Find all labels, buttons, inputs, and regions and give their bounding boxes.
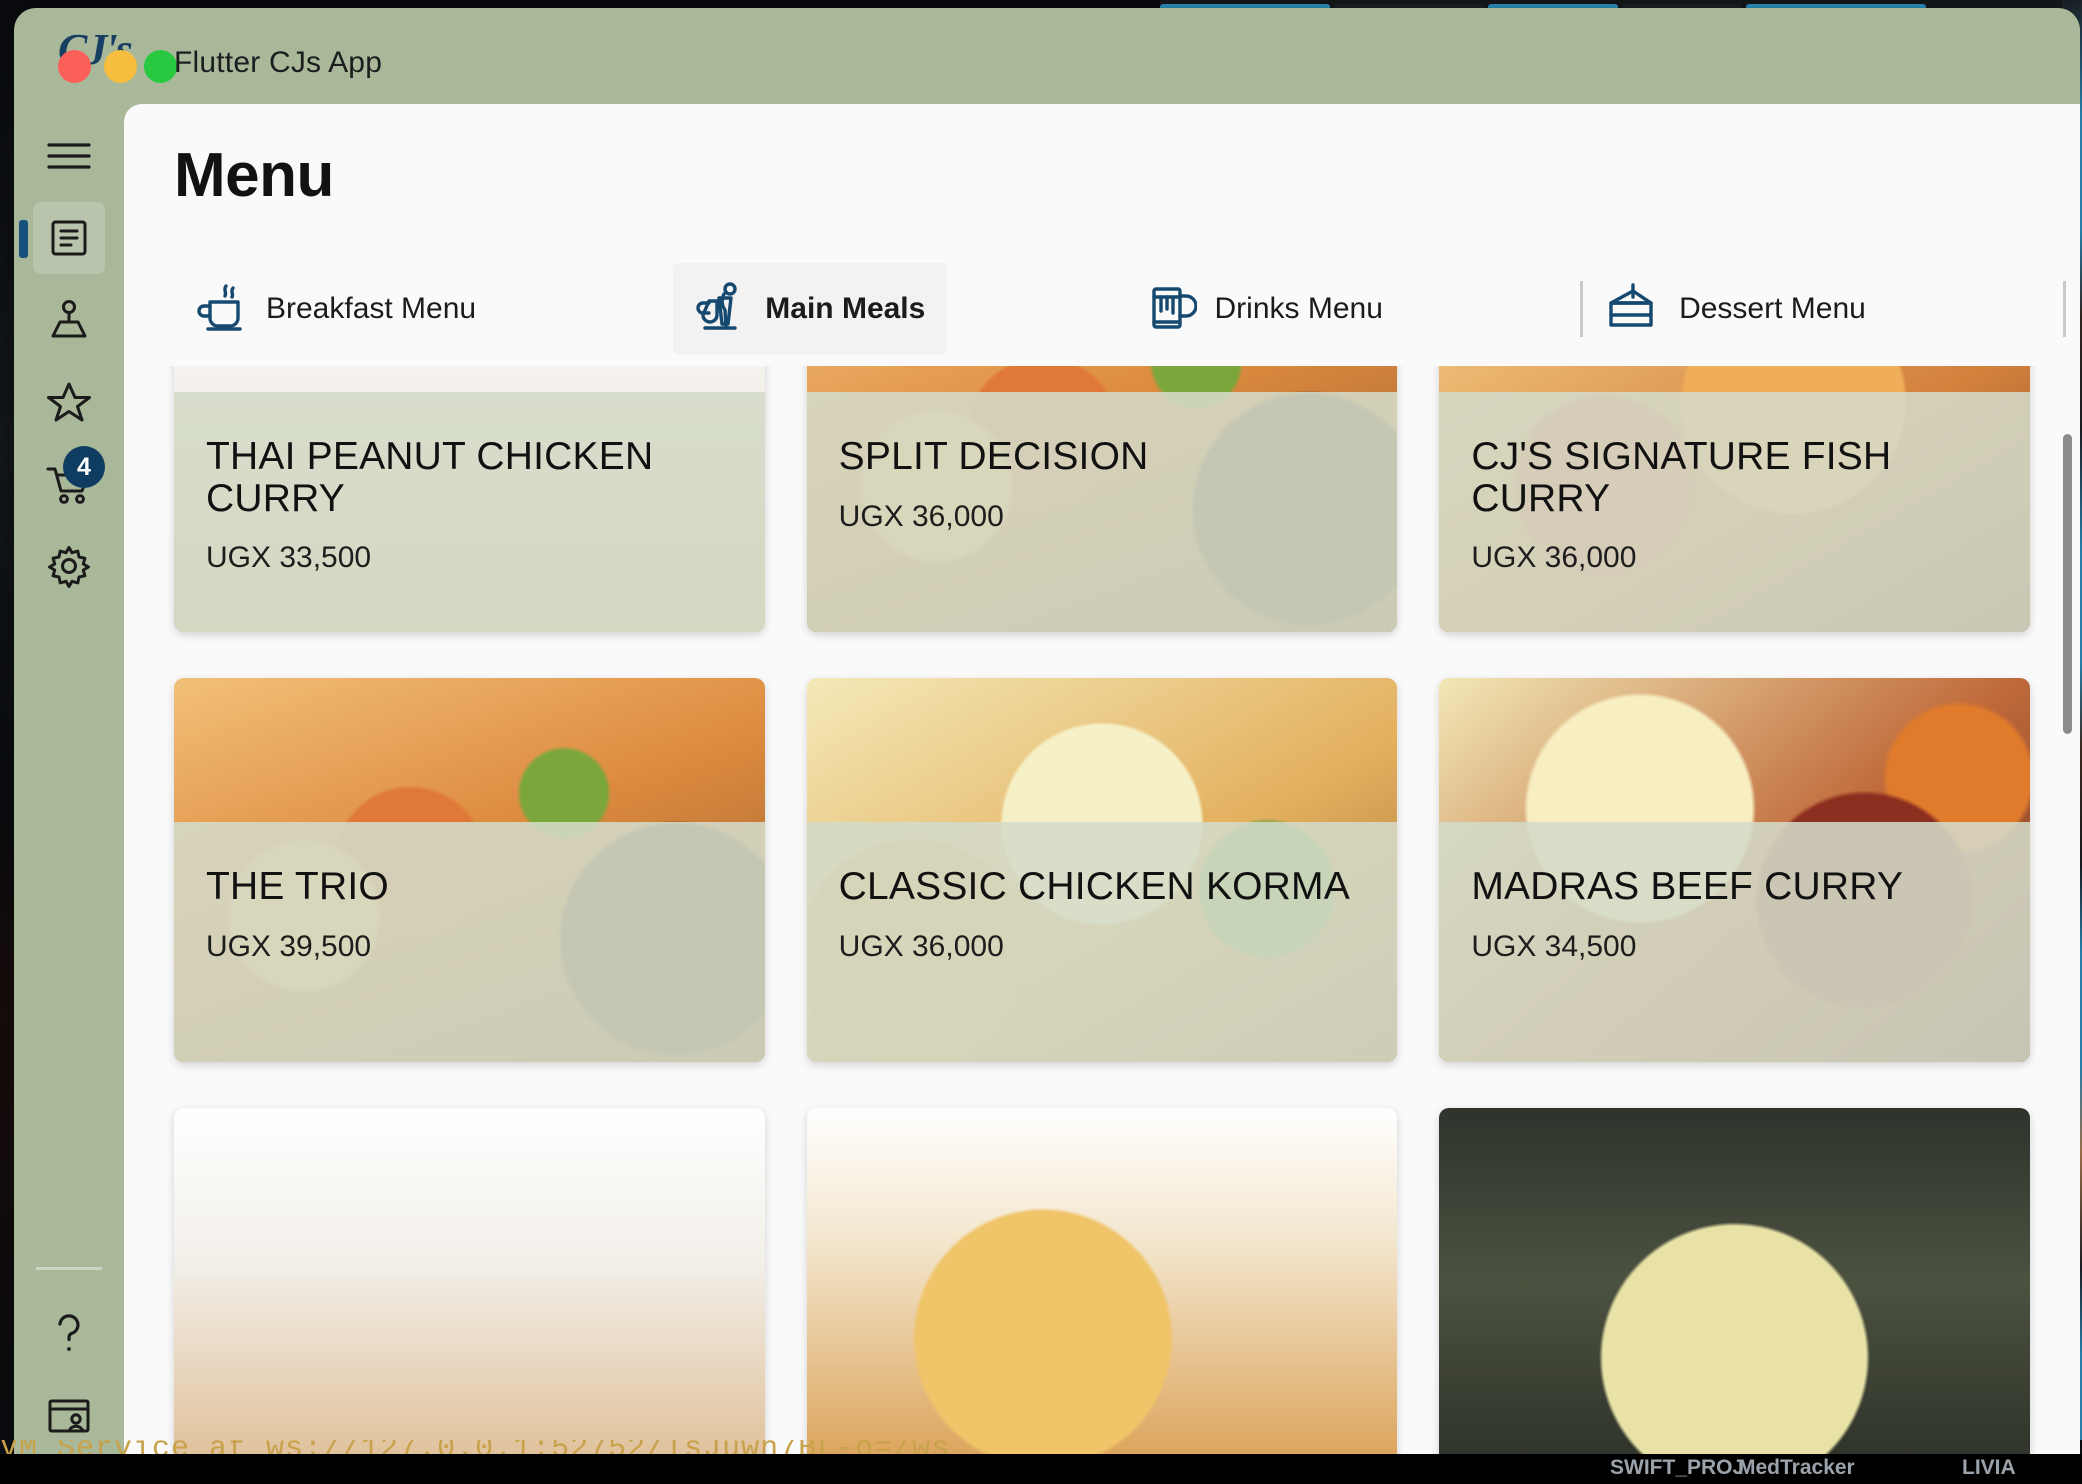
taskbar-item[interactable]: MedTracker <box>1738 1456 1855 1480</box>
menu-card-image <box>1439 1108 2030 1474</box>
waiter-icon <box>47 298 91 342</box>
menu-card-price: UGX 39,500 <box>206 929 372 963</box>
taskbar-item[interactable]: LIVIA <box>1962 1456 2016 1480</box>
menu-card[interactable] <box>1439 1108 2030 1474</box>
vertical-scrollbar[interactable] <box>2063 434 2072 734</box>
menu-card-overlay: THE TRIO UGX 39,500 <box>174 822 765 1062</box>
window-titlebar: CJ's Flutter CJs App <box>14 8 2080 104</box>
menu-card-title: CJ'S SIGNATURE FISH CURRY <box>1471 435 1892 520</box>
menu-card-overlay: SPLIT DECISION UGX 36,000 <box>806 392 1398 632</box>
account-card-icon <box>45 1395 93 1437</box>
menu-card-title: THE TRIO <box>206 865 389 908</box>
sidebar-bottom-group <box>14 1267 124 1462</box>
menu-card-title: MADRAS BEEF CURRY <box>1471 865 1904 908</box>
menu-category-tabs: Breakfast Menu Main Meals Drinks Menu De… <box>124 254 2080 364</box>
cake-slice-icon <box>1605 282 1661 336</box>
page-title: Menu <box>174 141 334 210</box>
sidebar-divider <box>36 1267 102 1270</box>
menu-card[interactable]: CLASSIC CHICKEN KORMA UGX 36,000 <box>806 678 1398 1062</box>
app-title: Flutter CJs App <box>174 46 383 79</box>
sidebar-nav: 4 <box>14 104 124 1474</box>
app-body: 4 Menu Breakfast Menu Main Meals Drinks … <box>14 104 2080 1474</box>
coffee-cup-icon <box>196 282 248 337</box>
menu-card[interactable]: THAI PEANUT CHICKEN CURRY UGX 33,500 <box>174 366 765 632</box>
maximize-window-button[interactable] <box>144 50 177 83</box>
question-mark-icon <box>47 1310 91 1358</box>
sidebar-item-settings[interactable] <box>33 530 105 602</box>
menu-card-overlay: THAI PEANUT CHICKEN CURRY UGX 33,500 <box>174 392 765 632</box>
menu-card-title: SPLIT DECISION <box>838 435 1149 478</box>
menu-card-price: UGX 36,000 <box>1471 541 1637 575</box>
sidebar-item-menu-toggle[interactable] <box>33 120 105 192</box>
tab-main-meals[interactable]: Main Meals <box>673 263 948 355</box>
tab-dessert-menu[interactable]: Dessert Menu <box>1583 263 1888 355</box>
menu-card-price: UGX 36,000 <box>838 929 1004 963</box>
menu-card-title: CLASSIC CHICKEN KORMA <box>838 865 1350 908</box>
sidebar-item-cart[interactable]: 4 <box>33 446 105 520</box>
close-window-button[interactable] <box>58 50 91 83</box>
minimize-window-button[interactable] <box>104 50 137 83</box>
cart-badge: 4 <box>63 446 105 488</box>
tab-drinks-menu[interactable]: Drinks Menu <box>1123 263 1405 355</box>
content-surface: Menu Breakfast Menu Main Meals Drinks Me… <box>124 104 2080 1474</box>
menu-card-price: UGX 36,000 <box>838 499 1004 533</box>
menu-card-title: THAI PEANUT CHICKEN CURRY <box>206 435 654 520</box>
beer-mug-icon <box>1145 281 1198 338</box>
menu-card[interactable]: MADRAS BEEF CURRY UGX 34,500 <box>1439 678 2030 1062</box>
menu-card[interactable]: SPLIT DECISION UGX 36,000 <box>806 366 1398 632</box>
menu-card[interactable]: THE TRIO UGX 39,500 <box>174 678 765 1062</box>
taskbar-item[interactable]: SWIFT_PROJ <box>1610 1456 1744 1480</box>
sidebar-item-help[interactable] <box>33 1298 105 1370</box>
food-drink-icon <box>695 281 747 338</box>
sidebar-item-menu[interactable] <box>19 202 105 274</box>
sidebar-item-favourites[interactable] <box>33 366 105 438</box>
sidebar-item-waiter[interactable] <box>33 284 105 356</box>
menu-card[interactable]: CJ'S SIGNATURE FISH CURRY UGX 36,000 <box>1439 366 2030 632</box>
menu-grid: THAI PEANUT CHICKEN CURRY UGX 33,500 SPL… <box>174 366 2030 1474</box>
tab-breakfast-menu[interactable]: Breakfast Menu <box>174 263 498 355</box>
menu-list-icon <box>47 216 91 260</box>
menu-card[interactable] <box>806 1108 1398 1474</box>
app-window: CJ's Flutter CJs App 4 Menu Breakfast Me… <box>14 8 2080 1474</box>
menu-card[interactable] <box>174 1108 765 1474</box>
menu-card-price: UGX 33,500 <box>206 541 372 575</box>
menu-card-overlay: CJ'S SIGNATURE FISH CURRY UGX 36,000 <box>1439 392 2030 632</box>
menu-card-overlay: MADRAS BEEF CURRY UGX 34,500 <box>1439 822 2030 1062</box>
tab-divider-right <box>2063 281 2066 337</box>
menu-card-image <box>806 1108 1398 1474</box>
tab-label: Dessert Menu <box>1679 292 1866 325</box>
star-icon <box>46 380 92 424</box>
gear-icon <box>47 544 91 588</box>
menu-card-image <box>174 1108 765 1474</box>
menu-grid-viewport[interactable]: THAI PEANUT CHICKEN CURRY UGX 33,500 SPL… <box>124 366 2080 1474</box>
tab-label: Breakfast Menu <box>266 292 477 325</box>
hamburger-icon <box>46 139 92 173</box>
menu-card-price: UGX 34,500 <box>1471 929 1637 963</box>
tab-label: Main Meals <box>765 292 926 325</box>
tab-label: Drinks Menu <box>1214 292 1383 325</box>
menu-card-overlay: CLASSIC CHICKEN KORMA UGX 36,000 <box>806 822 1398 1062</box>
taskbar: SWIFT_PROJ MedTracker LIVIA <box>0 1454 2082 1484</box>
